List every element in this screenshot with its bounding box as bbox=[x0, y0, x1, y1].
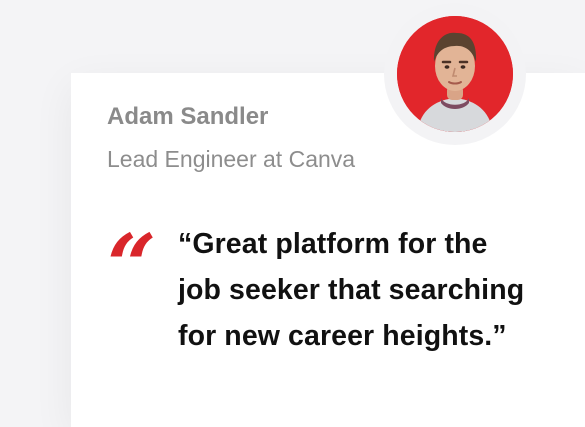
author-role: Lead Engineer at Canva bbox=[107, 146, 356, 172]
author-name: Adam Sandler bbox=[107, 103, 269, 130]
testimonial-quote: “Great platform for the job seeker that … bbox=[178, 228, 525, 352]
avatar-ring bbox=[384, 3, 526, 145]
avatar bbox=[397, 16, 513, 132]
person-portrait-icon bbox=[397, 16, 513, 132]
quote-mark-icon: “ bbox=[107, 216, 157, 317]
